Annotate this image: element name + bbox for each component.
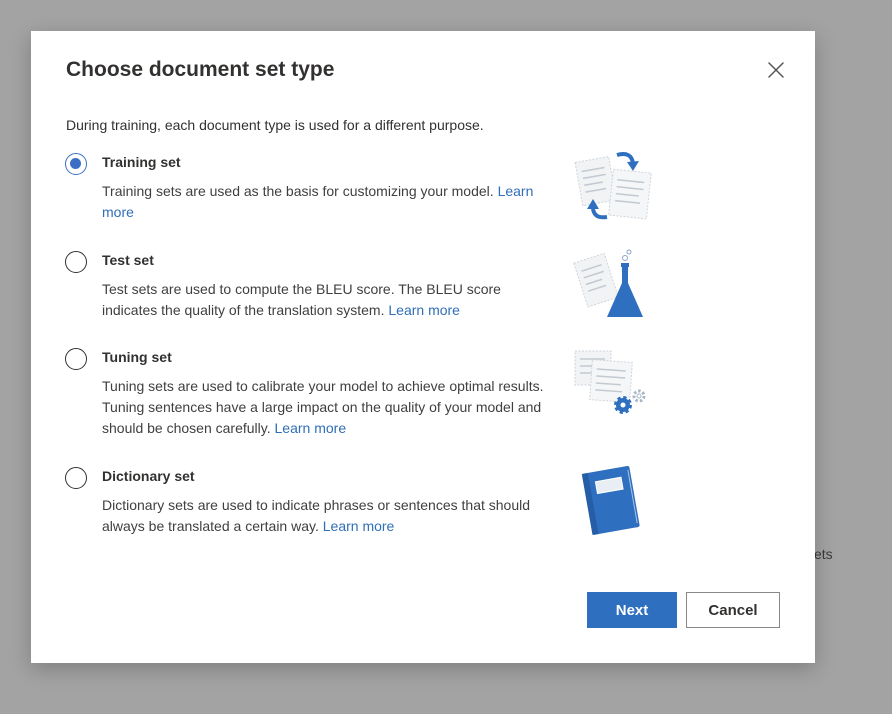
- training-set-description: Training sets are used as the basis for …: [102, 181, 552, 223]
- tuning-set-label: Tuning set: [102, 349, 172, 365]
- choose-document-set-dialog: Choose document set type During training…: [31, 31, 815, 663]
- tuning-set-learn-more-link[interactable]: Learn more: [275, 420, 347, 436]
- dictionary-set-learn-more-link[interactable]: Learn more: [323, 518, 395, 534]
- close-button[interactable]: [764, 58, 788, 82]
- dialog-subtitle: During training, each document type is u…: [66, 117, 484, 133]
- training-set-description-text: Training sets are used as the basis for …: [102, 183, 494, 199]
- option-test-set[interactable]: Test set Test sets are used to compute t…: [65, 251, 585, 331]
- notebook-icon: [581, 465, 640, 536]
- dictionary-set-description: Dictionary sets are used to indicate phr…: [102, 495, 552, 537]
- training-set-label: Training set: [102, 154, 181, 170]
- option-dictionary-set[interactable]: Dictionary set Dictionary sets are used …: [65, 467, 585, 547]
- dictionary-set-label: Dictionary set: [102, 468, 195, 484]
- close-icon: [768, 62, 784, 78]
- option-training-set[interactable]: Training set Training sets are used as t…: [65, 153, 585, 233]
- dictionary-set-radio[interactable]: [65, 467, 87, 489]
- option-tuning-set[interactable]: Tuning set Tuning sets are used to calib…: [65, 348, 585, 448]
- cancel-button[interactable]: Cancel: [686, 592, 780, 628]
- test-set-label: Test set: [102, 252, 154, 268]
- documents-gears-icon: [574, 350, 646, 414]
- test-set-description: Test sets are used to compute the BLEU s…: [102, 279, 552, 321]
- next-button[interactable]: Next: [587, 592, 677, 628]
- tuning-set-radio[interactable]: [65, 348, 87, 370]
- dialog-title: Choose document set type: [66, 58, 335, 81]
- dictionary-set-description-text: Dictionary sets are used to indicate phr…: [102, 497, 531, 534]
- documents-flask-icon: [573, 249, 643, 317]
- tuning-set-description: Tuning sets are used to calibrate your m…: [102, 376, 552, 439]
- test-set-learn-more-link[interactable]: Learn more: [388, 302, 460, 318]
- background-text: ets: [814, 546, 833, 562]
- training-set-radio[interactable]: [65, 153, 87, 175]
- documents-sync-icon: [574, 152, 652, 220]
- test-set-radio[interactable]: [65, 251, 87, 273]
